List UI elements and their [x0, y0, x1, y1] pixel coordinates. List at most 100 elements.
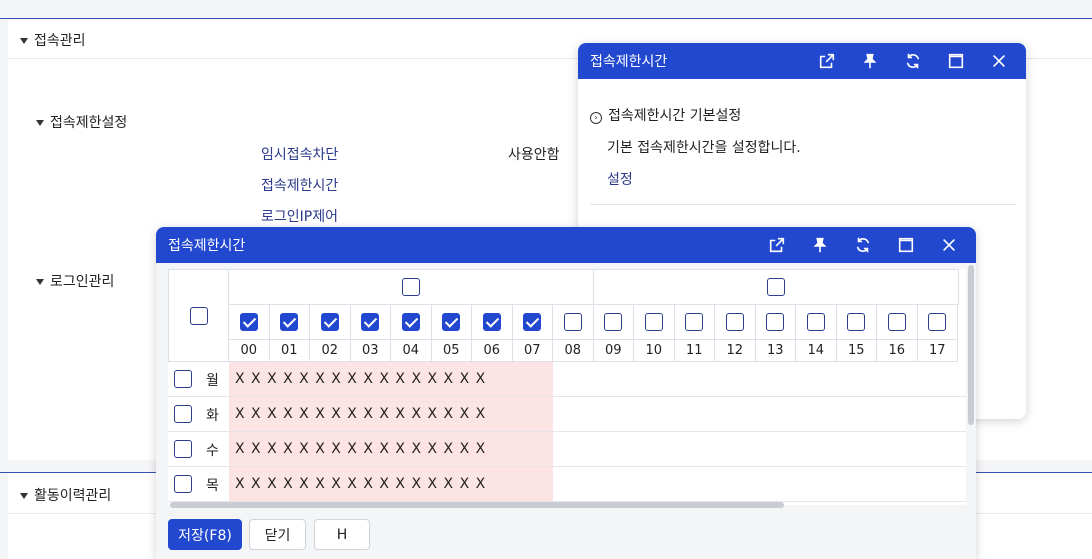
hour-checkbox[interactable]: [482, 313, 501, 331]
group-header-am: [229, 269, 594, 305]
open-external-icon[interactable]: [755, 227, 798, 263]
hour-checkbox-cell: [836, 305, 877, 340]
close-icon[interactable]: [977, 43, 1020, 79]
section-restrict-header[interactable]: 접속제한설정: [36, 112, 127, 132]
hour-checkbox-cell: [755, 305, 796, 340]
back-window-titlebar[interactable]: 접속제한시간: [578, 43, 1026, 79]
section-access-header[interactable]: 접속관리: [20, 30, 86, 50]
refresh-icon[interactable]: [891, 43, 934, 79]
section-activity-label: 활동이력관리: [34, 488, 112, 504]
hour-checkbox[interactable]: [401, 313, 420, 331]
refresh-icon[interactable]: [841, 227, 884, 263]
section-restrict-label: 접속제한설정: [50, 115, 128, 131]
front-restrict-window: 접속제한시간 00 01 02 03 04 05 06 07 08 09 10 11 12 13 14 15 1…: [156, 227, 976, 559]
hour-checkbox[interactable]: [725, 313, 744, 331]
link-restrict-time[interactable]: 접속제한시간: [261, 175, 338, 195]
close-button[interactable]: 닫기: [249, 519, 306, 550]
hour-label: 05: [431, 340, 472, 362]
hour-label: 00: [229, 340, 270, 362]
hour-label: 09: [593, 340, 634, 362]
close-icon[interactable]: [927, 227, 970, 263]
day-row: 화X X X X X X X X X X X X X X X X: [168, 397, 966, 432]
pin-icon[interactable]: [798, 227, 841, 263]
hour-checkbox-cell: [917, 305, 958, 340]
horizontal-scrollbar[interactable]: [170, 502, 784, 508]
group-pm-checkbox[interactable]: [767, 278, 785, 296]
maximize-icon[interactable]: [884, 227, 927, 263]
hour-checkbox[interactable]: [523, 313, 542, 331]
hour-checkbox[interactable]: [239, 313, 258, 331]
select-all-checkbox[interactable]: [189, 306, 208, 325]
day-row-checkbox[interactable]: [174, 475, 192, 493]
save-button[interactable]: 저장(F8): [168, 519, 242, 550]
hour-label: 01: [269, 340, 310, 362]
hour-label: 07: [512, 340, 553, 362]
collapse-icon: [20, 38, 28, 44]
setting-link[interactable]: 설정: [607, 169, 633, 189]
day-label: 목: [206, 478, 219, 494]
hour-checkbox[interactable]: [847, 313, 866, 331]
hour-checkbox[interactable]: [320, 313, 339, 331]
hour-checkbox[interactable]: [604, 313, 623, 331]
vertical-scrollbar[interactable]: [968, 265, 974, 425]
hour-checkbox-cell: [593, 305, 634, 340]
hour-label: 16: [877, 340, 918, 362]
day-row: 목X X X X X X X X X X X X X X X X: [168, 467, 966, 502]
blocked-hours-marks[interactable]: X X X X X X X X X X X X X X X X: [229, 432, 553, 466]
chevron-right-icon: ›: [590, 112, 602, 124]
hour-checkbox-cell: [350, 305, 391, 340]
usage-guide-text: 사용안함: [508, 147, 560, 163]
blocked-hours-marks[interactable]: X X X X X X X X X X X X X X X X: [229, 397, 553, 431]
hour-checkbox[interactable]: [806, 313, 825, 331]
day-row: 수X X X X X X X X X X X X X X X X: [168, 432, 966, 467]
back-window-title: 접속제한시간: [590, 54, 668, 70]
day-label: 화: [206, 408, 219, 424]
hour-checkbox-cell: [310, 305, 351, 340]
hour-label: 15: [836, 340, 877, 362]
hour-label: 14: [796, 340, 837, 362]
section-activity-header[interactable]: 활동이력관리: [20, 485, 111, 505]
header-divider: [0, 18, 1092, 19]
link-temp-block[interactable]: 임시접속차단: [261, 144, 338, 164]
blocked-hours-marks[interactable]: X X X X X X X X X X X X X X X X: [229, 467, 553, 501]
day-row-checkbox[interactable]: [174, 370, 192, 388]
subsection-label: 접속제한시간 기본설정: [608, 108, 742, 124]
section-login-label: 로그인관리: [50, 274, 115, 290]
hour-checkbox-cell: [553, 305, 594, 340]
hour-checkbox-cell: [229, 305, 270, 340]
section-login-header[interactable]: 로그인관리: [36, 271, 114, 291]
divider: [590, 204, 1016, 205]
maximize-icon[interactable]: [934, 43, 977, 79]
day-row-checkbox[interactable]: [174, 405, 192, 423]
subsection-header: › 접속제한시간 기본설정: [590, 105, 741, 125]
day-row-checkbox[interactable]: [174, 440, 192, 458]
hour-label: 12: [715, 340, 756, 362]
hour-checkbox-cell: [391, 305, 432, 340]
hour-checkbox[interactable]: [644, 313, 663, 331]
hour-checkbox[interactable]: [361, 313, 380, 331]
group-am-checkbox[interactable]: [402, 278, 420, 296]
hour-checkbox[interactable]: [442, 313, 461, 331]
hour-label: 02: [310, 340, 351, 362]
collapse-icon: [20, 493, 28, 499]
section-access-label: 접속관리: [34, 33, 86, 49]
hour-checkbox[interactable]: [563, 313, 582, 331]
day-label: 수: [206, 443, 219, 459]
h-button[interactable]: H: [314, 519, 370, 550]
blocked-hours-marks[interactable]: X X X X X X X X X X X X X X X X: [229, 362, 553, 396]
pin-icon[interactable]: [848, 43, 891, 79]
open-external-icon[interactable]: [805, 43, 848, 79]
front-window-titlebar[interactable]: 접속제한시간: [156, 227, 976, 263]
hour-checkbox[interactable]: [928, 313, 947, 331]
link-login-ip[interactable]: 로그인IP제어: [261, 206, 338, 226]
hour-checkbox[interactable]: [887, 313, 906, 331]
hour-checkbox-cell: [877, 305, 918, 340]
hour-checkbox-cell: [796, 305, 837, 340]
hour-label: 04: [391, 340, 432, 362]
hour-checkbox[interactable]: [766, 313, 785, 331]
hour-checkbox[interactable]: [280, 313, 299, 331]
hour-label: 03: [350, 340, 391, 362]
hour-checkbox[interactable]: [685, 313, 704, 331]
hour-label: 13: [755, 340, 796, 362]
hour-checkbox-cell: [269, 305, 310, 340]
